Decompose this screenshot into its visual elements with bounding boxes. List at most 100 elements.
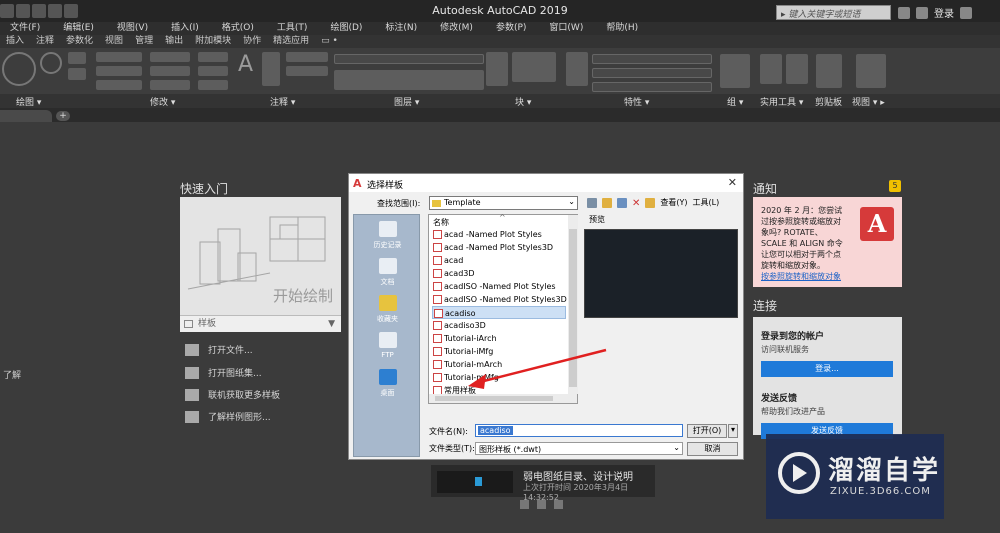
vertical-scroll-thumb[interactable] xyxy=(569,229,577,387)
tab-output[interactable]: 输出 xyxy=(159,35,189,48)
panel-properties[interactable]: 特性 ▾ xyxy=(624,95,649,108)
tab-insert[interactable]: 插入 xyxy=(0,35,30,48)
list-item[interactable]: acadISO -Named Plot Styles3D xyxy=(432,293,567,306)
calculator-icon[interactable] xyxy=(786,54,808,84)
login-label[interactable]: 登录 xyxy=(934,5,954,20)
large-icons-view-icon[interactable] xyxy=(520,500,529,509)
arc-icon[interactable] xyxy=(40,52,62,74)
dimension-icon[interactable] xyxy=(262,52,280,86)
text-icon[interactable]: A xyxy=(238,52,256,86)
tab-parametric[interactable]: 参数化 xyxy=(60,35,99,48)
tab-addins[interactable]: 附加模块 xyxy=(189,35,237,48)
chevron-down-icon[interactable]: ⌄ xyxy=(568,197,575,206)
back-icon[interactable] xyxy=(587,197,597,208)
new-folder-icon[interactable] xyxy=(645,197,656,208)
insert-block-icon[interactable] xyxy=(486,52,508,86)
menu-insert[interactable]: 插入(I) xyxy=(161,22,212,35)
tab-featured-apps[interactable]: 精选应用 xyxy=(267,35,315,48)
template-dropdown[interactable]: 样板 ▼ xyxy=(180,315,341,332)
match-properties-icon[interactable] xyxy=(566,52,588,86)
measure-icon[interactable] xyxy=(760,54,782,84)
delete-icon[interactable]: ✕ xyxy=(632,198,640,209)
horizontal-scrollbar[interactable] xyxy=(428,394,578,404)
menu-file[interactable]: 文件(F) xyxy=(0,22,53,35)
place-desktop[interactable]: 桌面 xyxy=(354,369,421,398)
rectangle-icon[interactable] xyxy=(68,52,86,64)
view-menu[interactable]: 查看(Y) xyxy=(660,197,687,208)
file-name-input[interactable]: acadiso xyxy=(475,424,683,437)
list-item[interactable]: acad -Named Plot Styles3D xyxy=(432,241,566,254)
list-item[interactable]: acad -Named Plot Styles xyxy=(432,228,566,241)
panel-draw[interactable]: 绘图 ▾ xyxy=(16,95,41,108)
open-options-dropdown[interactable]: ▾ xyxy=(728,424,738,438)
panel-annotation[interactable]: 注释 ▾ xyxy=(270,95,295,108)
rotate-icon[interactable] xyxy=(150,52,190,62)
move-icon[interactable] xyxy=(96,52,142,62)
close-icon[interactable]: ✕ xyxy=(728,176,737,189)
mirror-icon[interactable] xyxy=(150,66,190,76)
list-item[interactable]: acad3D xyxy=(432,267,566,280)
place-history[interactable]: 历史记录 xyxy=(354,221,421,250)
look-in-dropdown[interactable]: Template ⌄ xyxy=(429,196,578,210)
leader-icon[interactable] xyxy=(286,52,328,62)
panel-modify[interactable]: 修改 ▾ xyxy=(150,95,175,108)
list-item[interactable]: Tutorial-iArch xyxy=(432,332,566,345)
search-web-icon[interactable] xyxy=(617,197,627,208)
recent-document[interactable]: 弱电图纸目录、设计说明 上次打开时间 2020年3月4日 14:32:52 xyxy=(431,465,655,502)
notification-link[interactable]: 按参照旋转和缩放对象 xyxy=(761,271,846,282)
start-tab[interactable] xyxy=(0,110,52,122)
recent-document-name[interactable]: 弱电图纸目录、设计说明 xyxy=(523,468,633,483)
panel-block[interactable]: 块 ▾ xyxy=(515,95,531,108)
signin-button[interactable]: 登录... xyxy=(761,361,893,377)
linetype-dropdown[interactable] xyxy=(592,68,712,78)
panel-utilities[interactable]: 实用工具 ▾ xyxy=(760,95,803,108)
panel-layers[interactable]: 图层 ▾ xyxy=(394,95,419,108)
list-item[interactable]: Tutorial-mMfg xyxy=(432,371,566,384)
tab-annotate[interactable]: 注释 xyxy=(30,35,60,48)
array-icon[interactable] xyxy=(198,80,228,90)
menu-format[interactable]: 格式(O) xyxy=(212,22,267,35)
menu-help[interactable]: 帮助(H) xyxy=(596,22,651,35)
tab-view[interactable]: 视图 xyxy=(99,35,129,48)
hatch-icon[interactable] xyxy=(68,68,86,80)
place-documents[interactable]: 文档 xyxy=(354,258,421,287)
panel-clipboard[interactable]: 剪贴板 xyxy=(815,95,842,108)
sample-drawings-label[interactable]: 了解样例图形... xyxy=(208,410,271,423)
binoculars-icon[interactable] xyxy=(898,6,910,19)
stretch-icon[interactable] xyxy=(96,80,142,90)
tab-collaborate[interactable]: 协作 xyxy=(237,35,267,48)
list-item[interactable]: Tutorial-mArch xyxy=(432,358,566,371)
menu-window[interactable]: 窗口(W) xyxy=(539,22,596,35)
scale-icon[interactable] xyxy=(150,80,190,90)
color-dropdown[interactable] xyxy=(592,54,712,64)
lineweight-dropdown[interactable] xyxy=(592,82,712,92)
copy-icon[interactable] xyxy=(96,66,142,76)
up-folder-icon[interactable] xyxy=(602,197,612,208)
start-drawing-label[interactable]: 开始绘制 xyxy=(273,285,333,306)
chevron-down-icon[interactable]: ▼ xyxy=(328,316,335,332)
start-drawing-card[interactable]: 开始绘制 xyxy=(180,197,341,332)
menu-dimension[interactable]: 标注(N) xyxy=(375,22,430,35)
trim-icon[interactable] xyxy=(198,52,228,62)
circle-icon[interactable] xyxy=(2,52,36,86)
menu-view[interactable]: 视图(V) xyxy=(107,22,161,35)
panel-view[interactable]: 视图 ▾ ▸ xyxy=(852,95,885,108)
base-view-icon[interactable] xyxy=(856,54,886,88)
list-item[interactable]: acadISO -Named Plot Styles xyxy=(432,280,566,293)
column-name[interactable]: 名称 xyxy=(433,217,449,228)
list-view-icon[interactable] xyxy=(554,500,563,509)
open-file-label[interactable]: 打开文件... xyxy=(208,343,253,356)
layer-tools-icon[interactable] xyxy=(334,70,484,90)
panel-groups[interactable]: 组 ▾ xyxy=(727,95,743,108)
table-icon[interactable] xyxy=(286,66,328,76)
paste-icon[interactable] xyxy=(816,54,842,88)
search-input[interactable]: ▸ 键入关键字或短语 xyxy=(776,5,891,20)
fillet-icon[interactable] xyxy=(198,66,228,76)
learn-tab-label[interactable]: 了解 xyxy=(3,368,21,381)
menu-edit[interactable]: 编辑(E) xyxy=(53,22,107,35)
template-label[interactable]: 样板 xyxy=(198,319,216,329)
layer-dropdown[interactable] xyxy=(334,54,484,64)
open-sheet-set-label[interactable]: 打开图纸集... xyxy=(208,366,262,379)
chevron-down-icon[interactable]: ⌄ xyxy=(673,443,680,452)
login-area[interactable]: 登录 xyxy=(898,5,972,20)
